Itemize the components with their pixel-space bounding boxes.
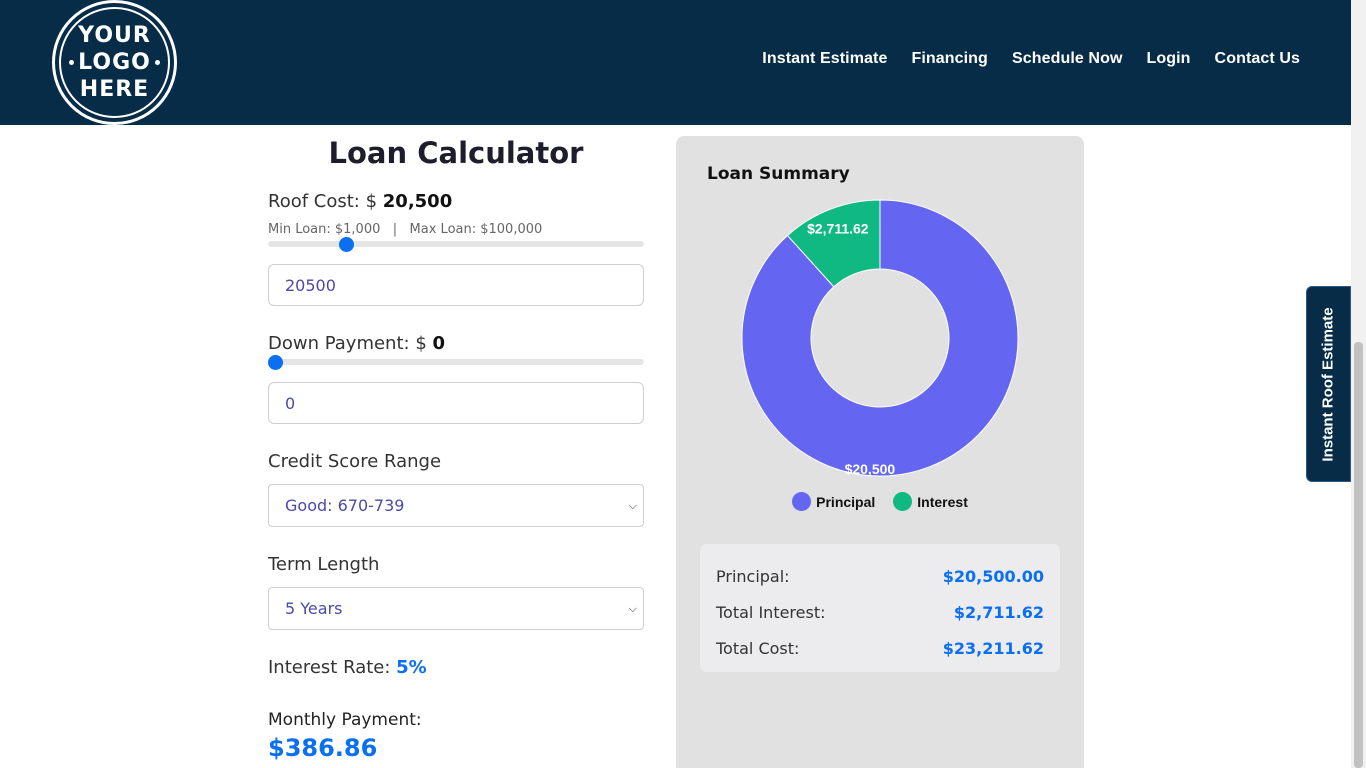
nav-login[interactable]: Login <box>1147 50 1191 68</box>
nav-schedule-now[interactable]: Schedule Now <box>1012 50 1123 68</box>
roof-cost-slider-handle[interactable] <box>339 237 355 252</box>
legend-item-interest[interactable]: Interest <box>893 492 968 511</box>
breakdown-label: Principal: <box>716 566 790 586</box>
logo[interactable]: YOUR LOGO HERE <box>52 0 177 125</box>
breakdown-row-principal: Principal: $20,500.00 <box>716 558 1044 594</box>
side-tab-label: Instant Roof Estimate <box>1320 306 1337 462</box>
legend-label-interest: Interest <box>917 493 968 510</box>
chart-legend: Principal Interest <box>676 492 1084 511</box>
page-scrollbar[interactable] <box>1351 0 1366 768</box>
donut-label-principal: $20,500 <box>845 461 896 477</box>
roof-cost-label-text: Roof Cost: $ <box>268 191 383 212</box>
credit-score-label: Credit Score Range <box>268 451 442 472</box>
roof-cost-label: Roof Cost: $ 20,500 <box>268 191 452 212</box>
roof-cost-input[interactable]: 20500 <box>268 264 644 306</box>
loan-donut-chart: $20,500 $2,711.62 <box>741 199 1019 477</box>
breakdown-row-interest: Total Interest: $2,711.62 <box>716 594 1044 630</box>
down-payment-value: 0 <box>432 333 446 354</box>
donut-label-interest: $2,711.62 <box>807 220 869 236</box>
site-header: YOUR LOGO HERE Instant Estimate Financin… <box>0 0 1351 125</box>
loan-range-text: Min Loan: $1,000 | Max Loan: $100,000 <box>268 222 543 237</box>
credit-score-select[interactable]: Good: 670-739 ⌵ <box>268 484 644 527</box>
credit-score-selected: Good: 670-739 <box>285 496 405 515</box>
loan-summary-panel: Loan Summary $20,500 $2,711.62 Principal … <box>676 136 1084 768</box>
down-payment-label-text: Down Payment: $ <box>268 333 433 354</box>
roof-cost-value: 20,500 <box>382 191 453 212</box>
down-payment-label: Down Payment: $ 0 <box>268 333 445 354</box>
breakdown-row-total: Total Cost: $23,211.62 <box>716 630 1044 666</box>
breakdown-label: Total Cost: <box>716 638 800 658</box>
nav-financing[interactable]: Financing <box>911 50 987 68</box>
monthly-payment-value: $386.86 <box>268 734 378 762</box>
down-payment-slider[interactable] <box>268 359 644 365</box>
roof-cost-slider[interactable] <box>268 241 644 247</box>
chevron-down-icon: ⌵ <box>628 601 637 615</box>
term-length-selected: 5 Years <box>285 599 343 618</box>
legend-label-principal: Principal <box>816 493 876 510</box>
monthly-payment-label: Monthly Payment: <box>268 710 422 730</box>
down-payment-slider-handle[interactable] <box>268 355 283 370</box>
interest-rate-label-text: Interest Rate: <box>268 657 397 678</box>
nav-contact-us[interactable]: Contact Us <box>1215 50 1300 68</box>
breakdown-value: $20,500.00 <box>942 566 1044 586</box>
calculator-title: Loan Calculator <box>328 136 584 170</box>
term-length-label: Term Length <box>268 554 380 575</box>
main-nav: Instant Estimate Financing Schedule Now … <box>762 50 1300 68</box>
breakdown-value: $23,211.62 <box>942 638 1044 658</box>
term-length-select[interactable]: 5 Years ⌵ <box>268 587 644 630</box>
scrollbar-thumb[interactable] <box>1354 342 1363 768</box>
instant-roof-estimate-tab[interactable]: Instant Roof Estimate <box>1306 286 1351 482</box>
loan-breakdown: Principal: $20,500.00 Total Interest: $2… <box>700 544 1060 672</box>
legend-swatch-principal <box>792 492 812 511</box>
breakdown-value: $2,711.62 <box>953 602 1044 622</box>
down-payment-input[interactable]: 0 <box>268 382 644 424</box>
interest-rate-value: 5% <box>396 657 427 678</box>
logo-ring <box>59 7 170 118</box>
chevron-down-icon: ⌵ <box>628 498 637 512</box>
interest-rate-label: Interest Rate: 5% <box>268 657 427 678</box>
legend-swatch-interest <box>893 492 913 511</box>
legend-item-principal[interactable]: Principal <box>792 492 875 511</box>
breakdown-label: Total Interest: <box>716 602 826 622</box>
nav-instant-estimate[interactable]: Instant Estimate <box>762 50 887 68</box>
